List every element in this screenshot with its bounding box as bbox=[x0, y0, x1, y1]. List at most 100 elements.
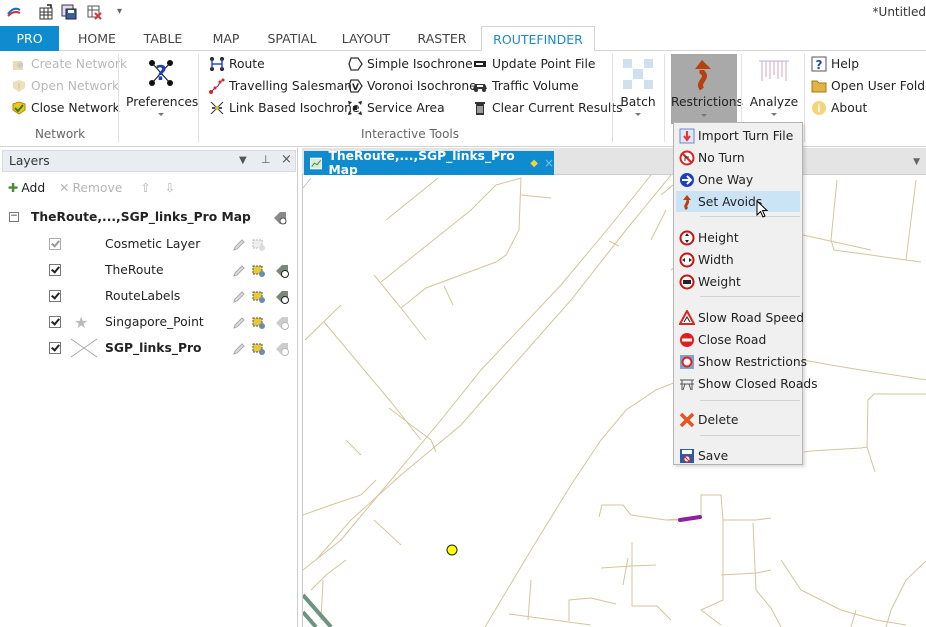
star-symbol-icon: ★ bbox=[74, 313, 89, 332]
menu-item-width[interactable]: Width bbox=[676, 249, 800, 270]
about-button[interactable]: i About bbox=[811, 98, 867, 118]
ribbon-separator bbox=[612, 54, 613, 142]
move-up-icon[interactable]: ⇧ bbox=[140, 181, 150, 195]
collapse-icon[interactable]: − bbox=[9, 212, 19, 222]
select-icon[interactable] bbox=[251, 263, 267, 279]
open-user-folder-button[interactable]: Open User Folder bbox=[811, 76, 926, 96]
close-network-button[interactable]: Close Network bbox=[11, 98, 120, 118]
layer-row[interactable]: Cosmetic Layer bbox=[0, 234, 296, 256]
route-segment bbox=[678, 515, 702, 522]
chevron-down-icon bbox=[771, 113, 777, 116]
menu-item-delete[interactable]: Delete bbox=[676, 409, 800, 430]
layer-visibility-checkbox[interactable] bbox=[49, 342, 61, 354]
panel-menu-icon[interactable]: ▼ bbox=[239, 155, 247, 166]
one-way-icon bbox=[680, 172, 694, 187]
menu-item-import-turn-file[interactable]: Import Turn File bbox=[676, 125, 800, 146]
tab-raster[interactable]: RASTER bbox=[412, 26, 472, 51]
tab-spatial[interactable]: SPATIAL bbox=[262, 26, 322, 51]
app-logo-icon[interactable] bbox=[6, 4, 22, 20]
layer-row[interactable]: ★ Singapore_Point bbox=[0, 312, 296, 334]
travelling-salesman-button[interactable]: Travelling Salesman bbox=[209, 76, 352, 96]
layer-row[interactable]: SGP_links_Pro bbox=[0, 338, 296, 360]
avoid-icon bbox=[695, 60, 711, 90]
menu-item-close-road[interactable]: Close Road bbox=[676, 329, 800, 350]
menu-item-height[interactable]: Height bbox=[676, 227, 800, 248]
layer-visibility-checkbox[interactable] bbox=[49, 316, 61, 328]
traffic-volume-button[interactable]: Traffic Volume bbox=[472, 76, 579, 96]
edit-pencil-icon[interactable] bbox=[231, 341, 247, 357]
map-options-icon[interactable] bbox=[272, 210, 288, 226]
select-icon[interactable] bbox=[251, 341, 267, 357]
select-icon[interactable] bbox=[251, 315, 267, 331]
ribbon-separator bbox=[664, 54, 665, 142]
layer-visibility-checkbox[interactable] bbox=[49, 290, 61, 302]
tab-table[interactable]: TABLE bbox=[138, 26, 188, 51]
pin-icon[interactable]: ⊥ bbox=[261, 153, 271, 166]
tab-layout[interactable]: LAYOUT bbox=[336, 26, 396, 51]
tab-pro[interactable]: PRO bbox=[0, 26, 59, 51]
car-icon bbox=[473, 84, 487, 92]
service-area-button[interactable]: Service Area bbox=[347, 98, 445, 118]
customize-qat-icon[interactable]: ▾ bbox=[117, 6, 122, 17]
tab-routefinder[interactable]: ROUTEFINDER bbox=[481, 26, 595, 52]
menu-item-no-turn[interactable]: No Turn bbox=[676, 147, 800, 168]
edit-pencil-icon[interactable] bbox=[231, 237, 247, 253]
voronoi-isochrone-button[interactable]: V Voronoi Isochrone bbox=[347, 76, 477, 96]
tab-home[interactable]: HOME bbox=[70, 26, 124, 51]
menu-item-slow-road-speed[interactable]: Slow Road Speed bbox=[676, 307, 804, 328]
menu-item-show-closed-roads[interactable]: Show Closed Roads bbox=[676, 373, 818, 394]
close-tab-icon[interactable]: × bbox=[544, 156, 554, 170]
layer-row[interactable]: RouteLabels bbox=[0, 286, 296, 308]
layer-row[interactable]: TheRoute bbox=[0, 260, 296, 282]
menu-item-one-way[interactable]: One Way bbox=[676, 169, 800, 190]
window-title: *Untitled bbox=[872, 5, 926, 19]
close-network-icon bbox=[12, 101, 26, 115]
layer-options-icon[interactable] bbox=[274, 315, 290, 331]
menu-item-show-restrictions[interactable]: Show Restrictions bbox=[676, 351, 807, 372]
clear-current-results-button[interactable]: Clear Current Results bbox=[472, 98, 623, 118]
travelling-salesman-icon bbox=[209, 78, 225, 94]
layer-visibility-checkbox[interactable] bbox=[49, 264, 61, 276]
menu-separator bbox=[700, 216, 800, 217]
import-icon bbox=[679, 128, 695, 143]
create-network-button[interactable]: Create Network bbox=[11, 54, 127, 74]
layer-options-icon[interactable] bbox=[274, 341, 290, 357]
link-based-isochrone-button[interactable]: Link Based Isochrone bbox=[209, 98, 360, 118]
preferences-button[interactable]: ? Preferences bbox=[126, 55, 198, 121]
menu-item-weight[interactable]: Weight bbox=[676, 271, 800, 292]
menu-item-save[interactable]: Save bbox=[676, 445, 800, 466]
tab-list-dropdown-icon[interactable]: ▼ bbox=[913, 157, 920, 167]
remove-layer-button[interactable]: ✕ Remove bbox=[59, 181, 122, 195]
layer-options-icon[interactable] bbox=[274, 263, 290, 279]
restrictions-button[interactable]: Restrictions bbox=[671, 54, 743, 124]
new-table-icon[interactable] bbox=[38, 4, 54, 20]
batch-button[interactable]: Batch bbox=[617, 55, 659, 121]
map-canvas[interactable] bbox=[302, 175, 926, 627]
open-network-button[interactable]: Open Network bbox=[11, 76, 119, 96]
close-icon[interactable]: × bbox=[281, 152, 292, 167]
select-icon[interactable] bbox=[251, 237, 267, 253]
document-tab-map[interactable]: TheRoute,...,SGP_links_Pro Map ◆ × bbox=[304, 149, 554, 177]
close-table-icon[interactable] bbox=[86, 4, 102, 20]
save-workspace-icon[interactable] bbox=[61, 4, 77, 20]
update-point-file-button[interactable]: Update Point File bbox=[472, 54, 595, 74]
edit-pencil-icon[interactable] bbox=[231, 315, 247, 331]
open-network-icon bbox=[13, 80, 25, 92]
tab-map[interactable]: MAP bbox=[204, 26, 248, 51]
add-layer-button[interactable]: ✚ Add bbox=[8, 181, 45, 195]
layer-options-icon[interactable] bbox=[274, 289, 290, 305]
move-down-icon[interactable]: ⇩ bbox=[165, 181, 175, 195]
map-root-node[interactable]: TheRoute,...,SGP_links_Pro Map bbox=[31, 210, 251, 224]
layer-visibility-checkbox[interactable] bbox=[49, 238, 61, 250]
help-button[interactable]: ? Help bbox=[811, 54, 859, 74]
analyze-button[interactable]: Analyze bbox=[747, 55, 801, 121]
modified-indicator-icon: ◆ bbox=[530, 157, 538, 169]
save-icon bbox=[680, 448, 694, 463]
menu-item-set-avoids[interactable]: Set Avoids bbox=[676, 191, 800, 212]
select-icon[interactable] bbox=[251, 289, 267, 305]
simple-isochrone-button[interactable]: Simple Isochrone bbox=[347, 54, 473, 74]
edit-pencil-icon[interactable] bbox=[231, 289, 247, 305]
route-button[interactable]: Route bbox=[209, 54, 265, 74]
edit-pencil-icon[interactable] bbox=[231, 263, 247, 279]
document-tabs: TheRoute,...,SGP_links_Pro Map ◆ × ▼ bbox=[302, 148, 926, 177]
